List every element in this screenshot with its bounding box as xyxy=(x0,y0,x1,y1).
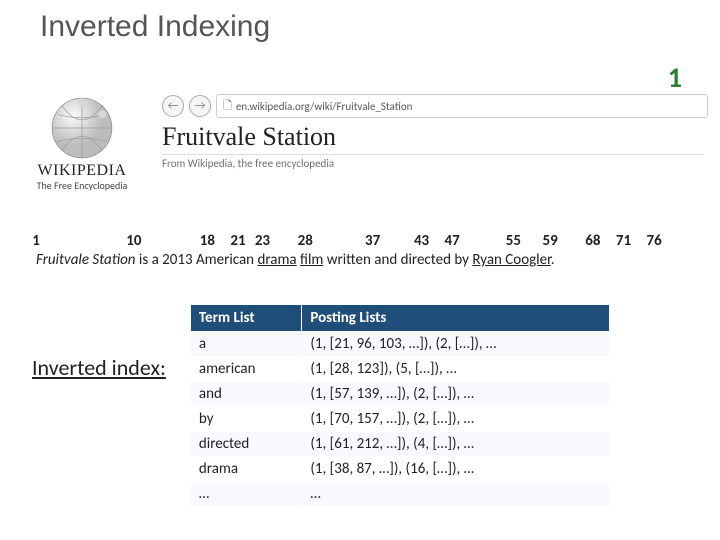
term-cell: drama xyxy=(190,457,301,482)
offset-value: 55 xyxy=(506,232,521,250)
inverted-index-label: Inverted index: xyxy=(32,354,166,507)
wikipedia-globe-icon xyxy=(48,94,116,162)
posting-cell: (1, [21, 96, 103, …]), (2, […]), … xyxy=(302,332,610,357)
forward-button[interactable]: → xyxy=(189,95,211,117)
wikipedia-wordmark: WIKIPEDIA xyxy=(12,162,152,180)
back-button[interactable]: ← xyxy=(162,95,184,117)
article-title: Fruitvale Station xyxy=(162,122,704,155)
browser-url-bar: ← → 🗋 en.wikipedia.org/wiki/Fruitvale_St… xyxy=(162,94,708,118)
inverted-index-table: Term List Posting Lists a(1, [21, 96, 10… xyxy=(190,304,610,507)
posting-cell: … xyxy=(302,482,610,507)
term-cell: a xyxy=(190,332,301,357)
link-ryan-coogler[interactable]: Ryan Coogler xyxy=(472,251,550,269)
term-cell: american xyxy=(190,357,301,382)
sentence-segment: is a 2013 American xyxy=(136,251,258,269)
url-text: en.wikipedia.org/wiki/Fruitvale_Station xyxy=(236,100,413,113)
sentence-title-italic: Fruitvale Station xyxy=(36,251,136,269)
offset-value: 21 xyxy=(230,232,245,250)
offset-ruler: 110182123283743475559687176 xyxy=(36,232,648,250)
offset-value: 71 xyxy=(616,232,631,250)
table-header-posting: Posting Lists xyxy=(302,305,610,332)
offset-value: 76 xyxy=(647,232,662,250)
posting-cell: (1, [28, 123]), (5, […]), … xyxy=(302,357,610,382)
offset-value: 59 xyxy=(542,232,557,250)
offset-value: 37 xyxy=(365,232,380,250)
article-subtitle: From Wikipedia, the free encyclopedia xyxy=(162,157,708,170)
wikipedia-logo-block: WIKIPEDIA The Free Encyclopedia xyxy=(12,92,152,192)
posting-cell: (1, [57, 139, …]), (2, […]), … xyxy=(302,382,610,407)
offset-value: 1 xyxy=(32,232,40,250)
term-cell: and xyxy=(190,382,301,407)
term-cell: directed xyxy=(190,432,301,457)
table-row: …… xyxy=(190,482,609,507)
offset-value: 10 xyxy=(126,232,141,250)
offset-value: 43 xyxy=(414,232,429,250)
wikipedia-preview: WIKIPEDIA The Free Encyclopedia ← → 🗋 en… xyxy=(12,92,708,192)
term-cell: by xyxy=(190,407,301,432)
offset-value: 28 xyxy=(298,232,313,250)
offset-value: 47 xyxy=(445,232,460,250)
table-row: and(1, [57, 139, …]), (2, […]), … xyxy=(190,382,609,407)
table-row: directed(1, [61, 212, …]), (4, […]), … xyxy=(190,432,609,457)
sample-sentence: Fruitvale Station is a 2013 American dra… xyxy=(36,251,694,269)
table-header-term: Term List xyxy=(190,305,301,332)
wikipedia-tagline: The Free Encyclopedia xyxy=(12,179,152,192)
posting-cell: (1, [38, 87, …]), (16, […]), … xyxy=(302,457,610,482)
link-film[interactable]: film xyxy=(300,251,323,269)
page-icon: 🗋 xyxy=(223,97,232,116)
posting-cell: (1, [70, 157, …]), (2, […]), … xyxy=(302,407,610,432)
table-row: a(1, [21, 96, 103, …]), (2, […]), … xyxy=(190,332,609,357)
offset-value: 68 xyxy=(585,232,600,250)
table-row: by(1, [70, 157, …]), (2, […]), … xyxy=(190,407,609,432)
sentence-segment: written and directed by xyxy=(323,251,472,269)
url-field[interactable]: 🗋 en.wikipedia.org/wiki/Fruitvale_Statio… xyxy=(216,94,708,118)
table-row: american(1, [28, 123]), (5, […]), … xyxy=(190,357,609,382)
table-row: drama(1, [38, 87, …]), (16, […]), … xyxy=(190,457,609,482)
link-drama[interactable]: drama xyxy=(257,251,296,269)
slide-title: Inverted Indexing xyxy=(0,0,720,44)
sentence-fullstop: . xyxy=(551,251,555,269)
term-cell: … xyxy=(190,482,301,507)
offsets-block: 110182123283743475559687176 Fruitvale St… xyxy=(36,232,694,270)
offset-value: 18 xyxy=(200,232,215,250)
offset-value: 23 xyxy=(255,232,270,250)
posting-cell: (1, [61, 212, …]), (4, […]), … xyxy=(302,432,610,457)
